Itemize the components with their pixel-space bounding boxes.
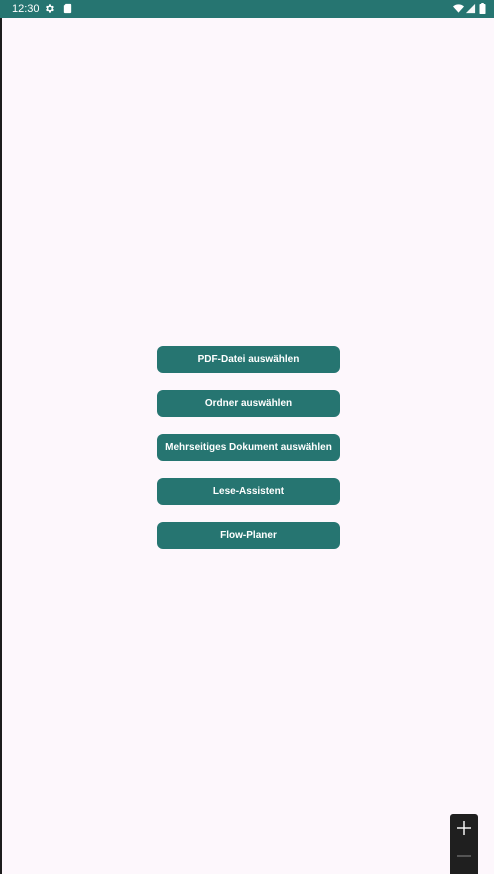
signal-icon — [465, 3, 476, 14]
battery-icon — [479, 3, 486, 14]
app-screen: 12:30 PDF-Datei auswählen Ordner auswähl… — [0, 0, 494, 874]
status-bar: 12:30 — [0, 0, 494, 18]
action-button-list: PDF-Datei auswählen Ordner auswählen Meh… — [157, 346, 340, 549]
status-time: 12:30 — [12, 3, 40, 15]
window-edge — [0, 0, 2, 874]
select-multipage-document-button[interactable]: Mehrseitiges Dokument auswählen — [157, 434, 340, 461]
zoom-in-button[interactable] — [450, 814, 478, 842]
select-pdf-button[interactable]: PDF-Datei auswählen — [157, 346, 340, 373]
gear-icon — [44, 3, 55, 14]
flow-planner-button[interactable]: Flow-Planer — [157, 522, 340, 549]
zoom-controls — [450, 814, 478, 874]
sd-card-icon — [62, 3, 73, 14]
reading-assistant-button[interactable]: Lese-Assistent — [157, 478, 340, 505]
wifi-icon — [453, 3, 464, 14]
zoom-in-icon — [457, 821, 471, 835]
select-folder-button[interactable]: Ordner auswählen — [157, 390, 340, 417]
zoom-out-button[interactable] — [450, 842, 478, 870]
zoom-out-icon — [457, 855, 471, 857]
